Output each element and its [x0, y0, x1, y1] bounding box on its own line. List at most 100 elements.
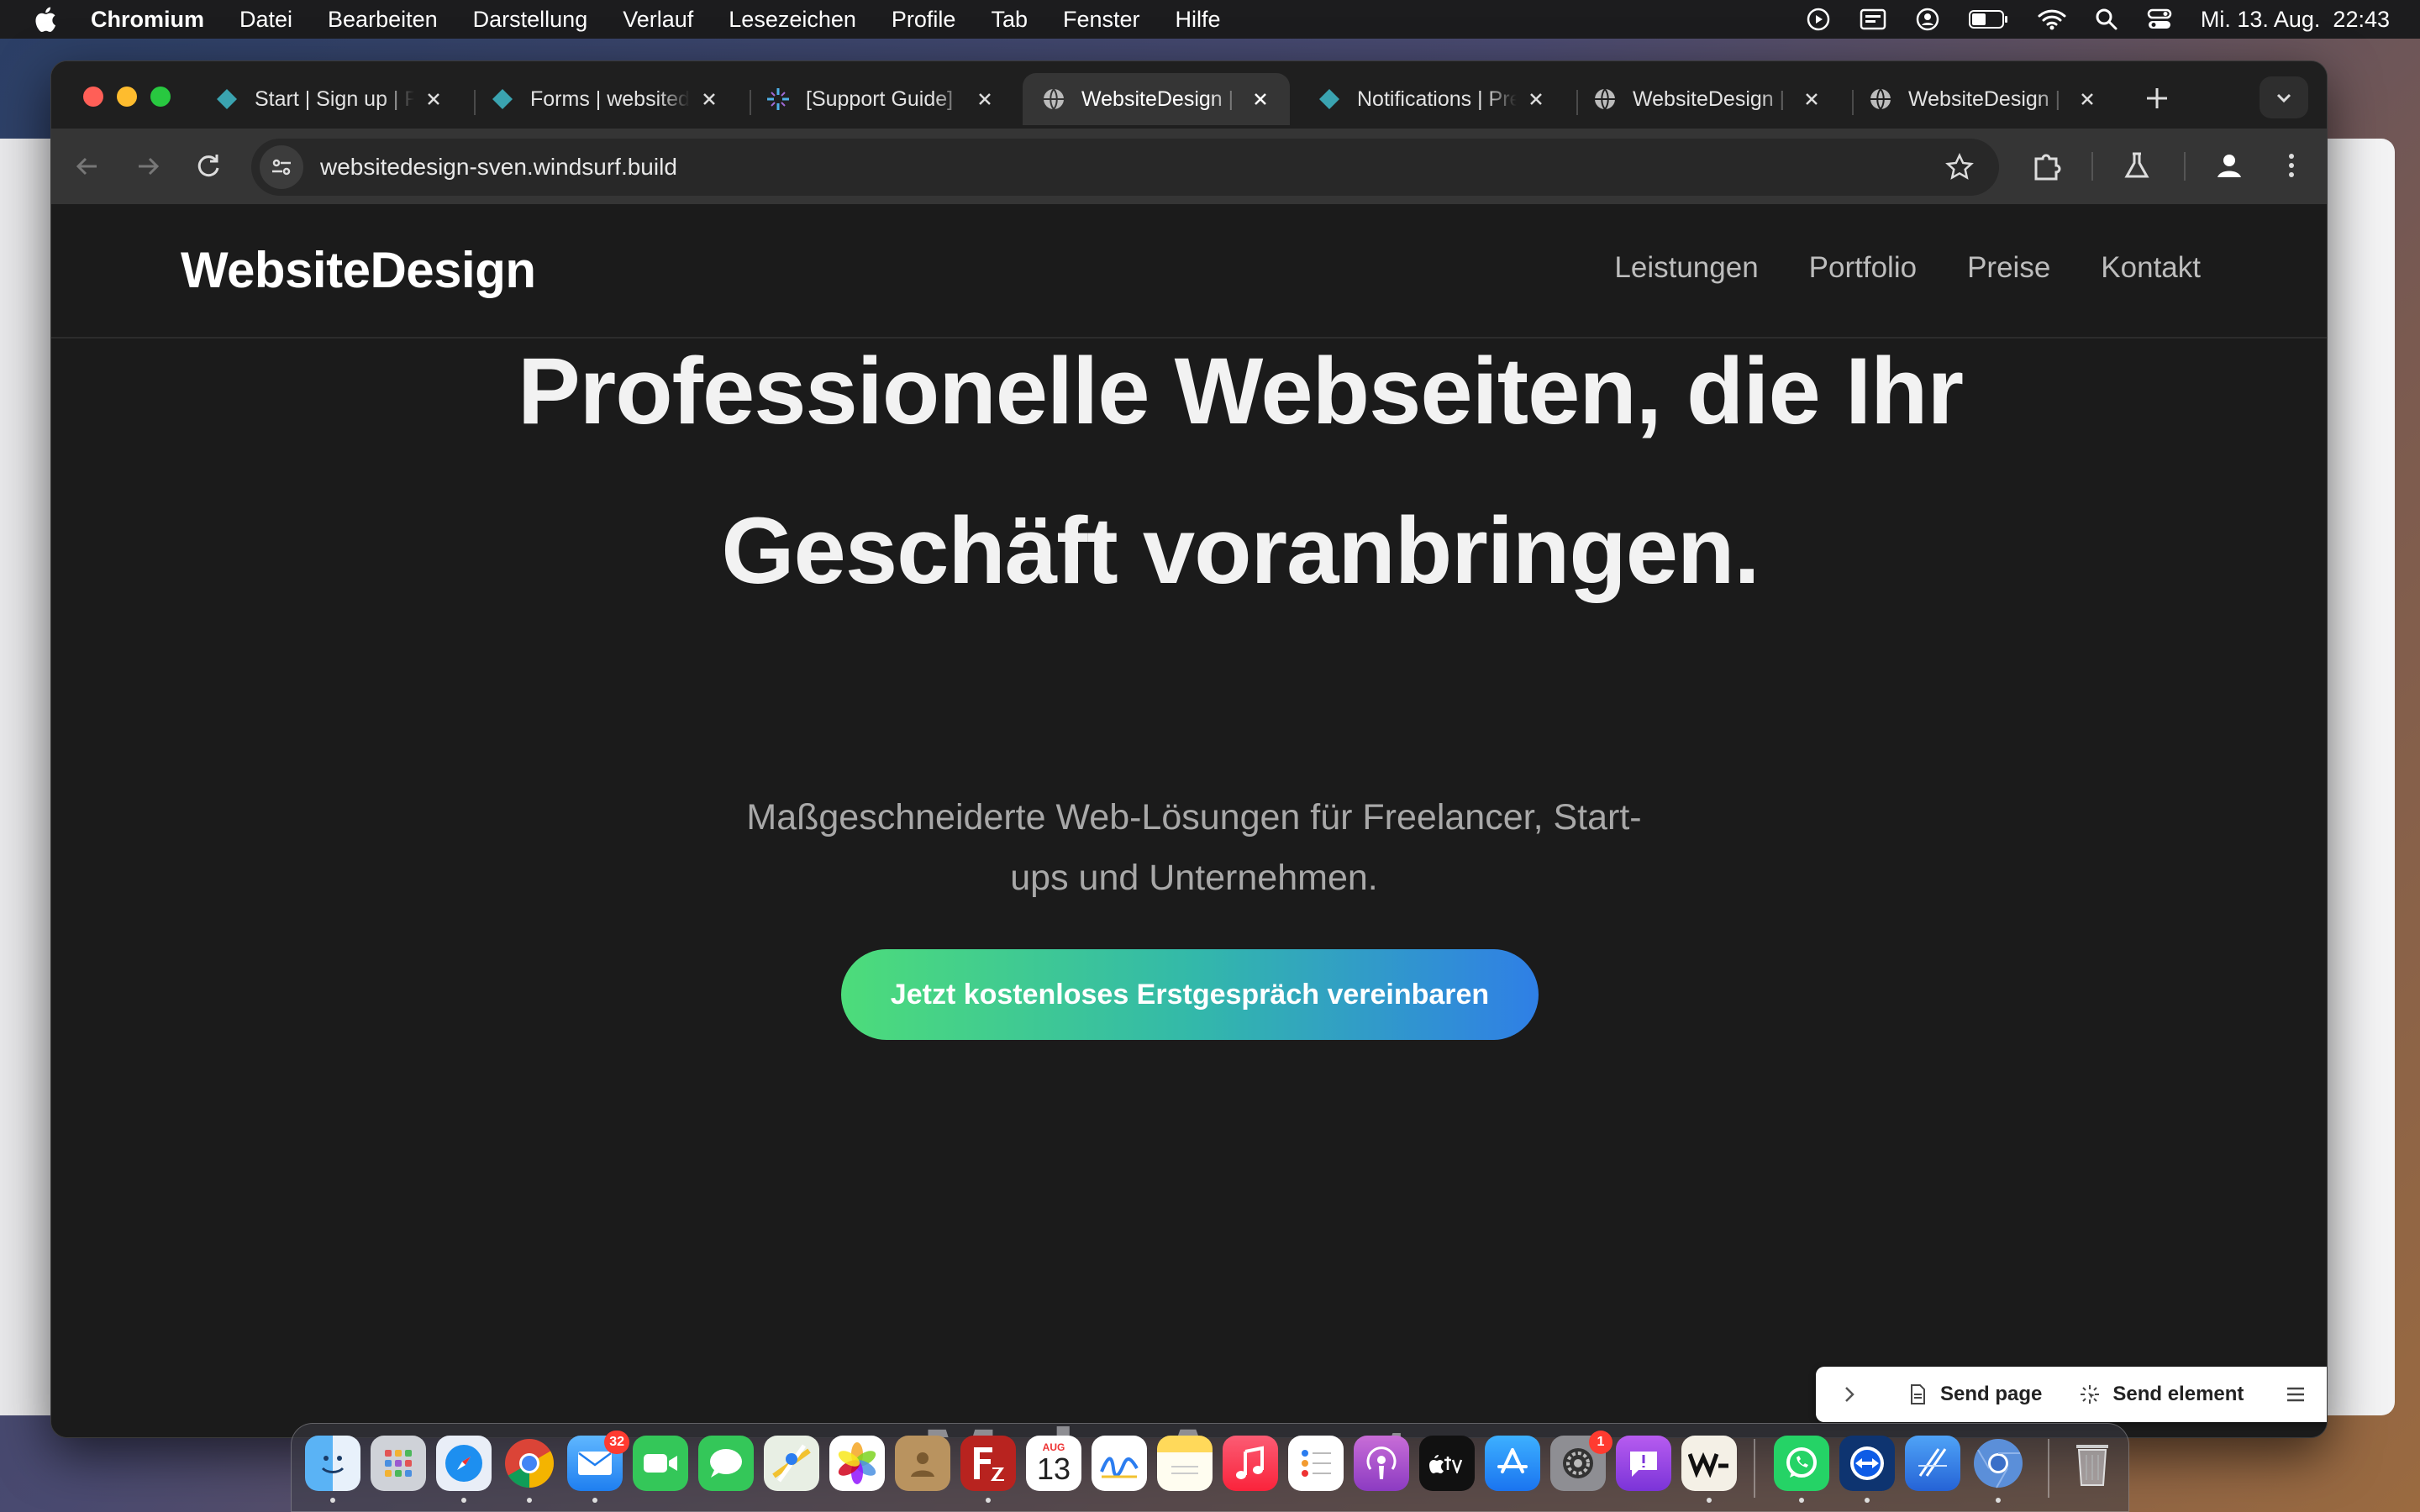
- profile-avatar-icon[interactable]: [2212, 149, 2246, 182]
- hero-subtitle-line-2: ups und Unternehmen.: [1010, 858, 1378, 898]
- hero-title-line-1: Professionelle Webseiten, die Ihr: [517, 339, 1964, 444]
- mail-icon[interactable]: 32: [567, 1431, 629, 1491]
- calendar-icon[interactable]: AUG 13: [1026, 1436, 1081, 1491]
- url-text[interactable]: websitedesign-sven.windsurf.build: [320, 154, 677, 181]
- globe-icon: [1044, 88, 1064, 110]
- macos-menubar: Chromium Datei Bearbeiten Darstellung Ve…: [0, 0, 2420, 39]
- play-icon[interactable]: [1806, 7, 1831, 32]
- close-tab-icon[interactable]: [1525, 88, 1547, 110]
- control-center-icon[interactable]: [2147, 8, 2172, 31]
- teamviewer-icon[interactable]: [1839, 1436, 1895, 1491]
- fullscreen-window-button[interactable]: [150, 87, 171, 107]
- new-tab-plus-icon[interactable]: [2140, 81, 2174, 115]
- chrome-icon[interactable]: [502, 1436, 557, 1491]
- hero-subtitle-line-1: Maßgeschneiderte Web-Lösungen für Freela…: [746, 797, 1642, 837]
- more-menu-icon[interactable]: [2275, 149, 2308, 182]
- menu-bearbeiten[interactable]: Bearbeiten: [328, 7, 438, 33]
- menu-datei[interactable]: Datei: [239, 7, 292, 33]
- reload-icon[interactable]: [191, 149, 226, 184]
- document-icon: [1911, 1384, 1925, 1404]
- apple-tv-icon[interactable]: [1419, 1436, 1475, 1491]
- bookmark-star-icon[interactable]: [1945, 153, 1974, 181]
- safari-icon[interactable]: [436, 1436, 492, 1491]
- site-settings-icon[interactable]: [260, 145, 303, 189]
- trash-icon[interactable]: [2065, 1436, 2120, 1491]
- labs-flask-icon[interactable]: [2120, 149, 2154, 182]
- freeform-icon[interactable]: [1092, 1436, 1147, 1491]
- filezilla-icon[interactable]: [960, 1436, 1016, 1491]
- cta-button[interactable]: Jetzt kostenloses Erstgespräch vereinbar…: [841, 949, 1539, 1040]
- diamond-icon: [1319, 89, 1339, 109]
- menu-fenster[interactable]: Fenster: [1063, 7, 1140, 33]
- facetime-icon[interactable]: [633, 1436, 688, 1491]
- minimize-window-button[interactable]: [117, 87, 137, 107]
- music-icon[interactable]: [1223, 1436, 1278, 1491]
- menu-verlauf[interactable]: Verlauf: [623, 7, 693, 33]
- nav-kontakt[interactable]: Kontakt: [2101, 251, 2201, 285]
- close-tab-icon[interactable]: [698, 88, 720, 110]
- address-bar[interactable]: websitedesign-sven.windsurf.build: [251, 139, 1999, 196]
- podcasts-icon[interactable]: [1354, 1436, 1409, 1491]
- back-arrow-icon[interactable]: [70, 149, 105, 184]
- tab-websitedesign-active[interactable]: WebsiteDesign | Professionelle: [1023, 73, 1290, 125]
- forward-arrow-icon[interactable]: [130, 149, 166, 184]
- close-window-button[interactable]: [83, 87, 103, 107]
- menu-darstellung[interactable]: Darstellung: [473, 7, 588, 33]
- nav-preise[interactable]: Preise: [1967, 251, 2050, 285]
- hero-title-line-2: Geschäft voranbringen.: [721, 498, 1760, 603]
- tab-search-button[interactable]: [2260, 76, 2308, 118]
- system-settings-icon[interactable]: 1: [1550, 1431, 1612, 1491]
- tab-websitedesign-3[interactable]: WebsiteDesign | Home: [1849, 73, 2117, 125]
- apple-icon[interactable]: [32, 5, 57, 34]
- send-page-button[interactable]: Send page: [1907, 1383, 2042, 1406]
- menubar-clock[interactable]: Mi. 13. Aug. 22:43: [2201, 7, 2390, 33]
- mail-badge: 32: [604, 1431, 629, 1454]
- menu-hilfe[interactable]: Hilfe: [1176, 7, 1221, 33]
- settings-badge: 1: [1589, 1431, 1612, 1454]
- chevron-down-icon: [2276, 93, 2291, 103]
- photos-icon[interactable]: [829, 1436, 885, 1491]
- feedback-icon[interactable]: [1616, 1436, 1671, 1491]
- wifi-icon[interactable]: [2038, 8, 2066, 30]
- send-element-button[interactable]: Send element: [2079, 1383, 2244, 1406]
- chevron-right-icon[interactable]: [1838, 1383, 1861, 1406]
- screen-share-icon[interactable]: [1860, 8, 1886, 30]
- tab-start-sign-up[interactable]: Start | Sign up | Framer: [196, 73, 463, 125]
- tab-notifications[interactable]: Notifications | Preferences: [1298, 73, 1565, 125]
- running-indicator: [527, 1498, 532, 1503]
- windsurf-icon[interactable]: [1681, 1436, 1737, 1491]
- launchpad-icon[interactable]: [371, 1436, 426, 1491]
- messages-icon[interactable]: [698, 1436, 754, 1491]
- tab-forms[interactable]: Forms | websitedesign: [471, 73, 739, 125]
- close-tab-icon[interactable]: [1801, 88, 1823, 110]
- tab-support-guide[interactable]: [Support Guide]: [747, 73, 1014, 125]
- close-tab-icon[interactable]: [974, 88, 996, 110]
- notes-icon[interactable]: [1157, 1436, 1213, 1491]
- finder-icon[interactable]: [305, 1436, 360, 1491]
- app-store-icon[interactable]: [1485, 1436, 1540, 1491]
- nav-portfolio[interactable]: Portfolio: [1809, 251, 1917, 285]
- close-tab-icon[interactable]: [423, 88, 445, 110]
- spotlight-search-icon[interactable]: [2095, 8, 2118, 31]
- close-tab-icon[interactable]: [1249, 88, 1271, 110]
- menu-profile[interactable]: Profile: [892, 7, 956, 33]
- hamburger-menu-icon[interactable]: [2284, 1383, 2307, 1406]
- xcode-like-icon[interactable]: [1905, 1436, 1960, 1491]
- nav-leistungen[interactable]: Leistungen: [1614, 251, 1758, 285]
- maps-icon[interactable]: [764, 1436, 819, 1491]
- cursor-select-icon: [2081, 1385, 2100, 1404]
- menu-lesezeichen[interactable]: Lesezeichen: [729, 7, 856, 33]
- extensions-puzzle-icon[interactable]: [2029, 149, 2063, 182]
- site-logo[interactable]: WebsiteDesign: [181, 241, 536, 299]
- contacts-icon[interactable]: [895, 1436, 950, 1491]
- chromium-icon[interactable]: [1970, 1436, 2026, 1491]
- battery-icon[interactable]: [1968, 9, 2009, 29]
- reminders-icon[interactable]: [1288, 1436, 1344, 1491]
- whatsapp-icon[interactable]: [1774, 1436, 1829, 1491]
- tab-websitedesign-2[interactable]: WebsiteDesign | Start: [1574, 73, 1841, 125]
- menu-tab[interactable]: Tab: [991, 7, 1028, 33]
- user-circle-icon[interactable]: [1915, 7, 1940, 32]
- toolbar-separator: [2091, 152, 2093, 181]
- close-tab-icon[interactable]: [2076, 88, 2098, 110]
- menu-app-name[interactable]: Chromium: [91, 7, 204, 33]
